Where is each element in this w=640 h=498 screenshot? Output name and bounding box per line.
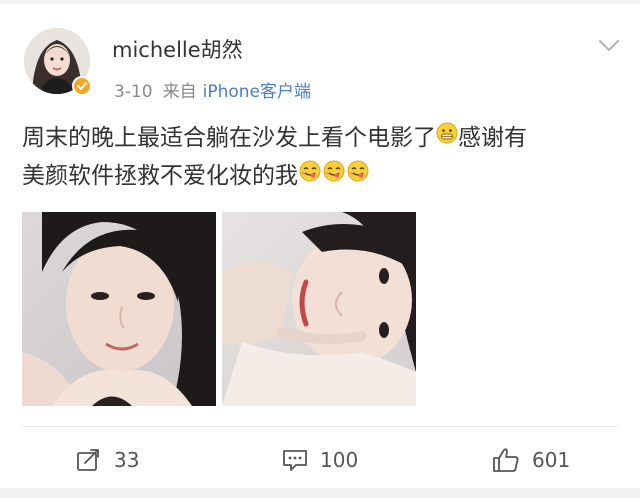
repost-icon	[77, 449, 99, 471]
weibo-post: michelle胡然 3-10 来自 iPhone客户端 周末的晚上最适合躺在沙发上…	[0, 0, 640, 498]
avatar-container[interactable]	[24, 28, 92, 96]
source-link[interactable]: iPhone客户端	[203, 82, 311, 102]
post-date: 3-10	[114, 82, 153, 102]
verified-badge-icon	[72, 76, 92, 96]
post-text-line2: 美颜软件拯救不爱化妆的我	[22, 163, 298, 189]
thumbs-up-icon	[493, 448, 519, 472]
post-meta: 3-10 来自 iPhone客户端	[114, 77, 311, 102]
comment-icon	[283, 450, 307, 471]
repost-button[interactable]: 33	[76, 446, 139, 474]
post-text-line1: 周末的晚上最适合躺在沙发上看个电影了	[22, 125, 436, 151]
face-savoring-food-emoji	[322, 156, 346, 194]
actions-divider	[22, 426, 618, 427]
repost-count: 33	[114, 448, 140, 472]
post-text: 周末的晚上最适合躺在沙发上看个电影了 感谢有美颜软件拯救不爱化妆的我	[22, 119, 622, 195]
grinning-face-emoji	[436, 118, 458, 156]
post-photo-2[interactable]	[222, 212, 416, 406]
like-button[interactable]: 601	[492, 446, 570, 474]
top-divider	[0, 0, 640, 4]
chevron-down-icon[interactable]	[598, 38, 620, 52]
like-count: 601	[532, 448, 571, 472]
bottom-divider	[0, 488, 640, 498]
face-savoring-food-emoji	[346, 156, 370, 194]
post-photo-1[interactable]	[22, 212, 216, 406]
username[interactable]: michelle胡然	[112, 34, 243, 64]
post-text-line1b: 感谢有	[458, 125, 527, 151]
face-savoring-food-emoji	[298, 156, 322, 194]
from-label: 来自	[162, 82, 197, 102]
comment-count: 100	[320, 448, 359, 472]
comment-button[interactable]: 100	[282, 446, 358, 474]
